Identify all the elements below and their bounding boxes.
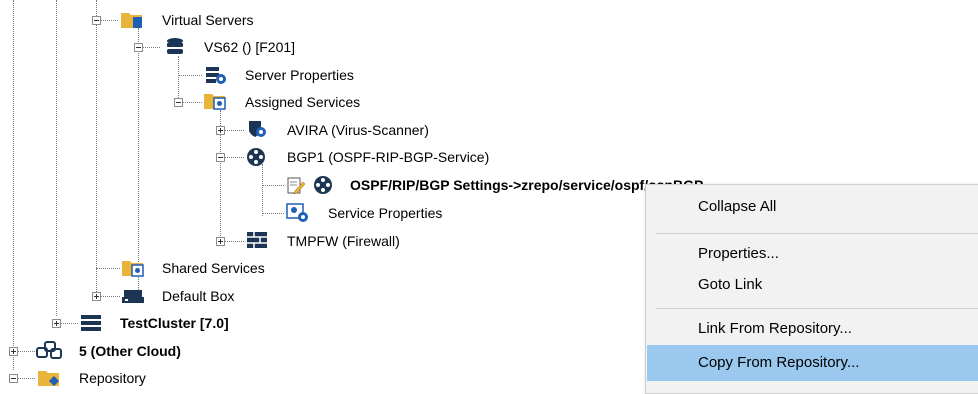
firewall-icon [246, 230, 268, 253]
tree-item-avira[interactable]: AVIRA (Virus-Scanner) [287, 121, 429, 139]
menu-separator [656, 233, 978, 234]
tree-item-shared-services[interactable]: Shared Services [162, 259, 265, 277]
menu-item-link-from-repository[interactable]: Link From Repository... [647, 311, 978, 347]
expand-toggle[interactable] [216, 237, 225, 246]
film-reel-icon [313, 175, 333, 198]
server-settings-icon [205, 65, 227, 88]
collapse-toggle[interactable] [9, 374, 18, 383]
cloud-network-icon [36, 340, 62, 363]
tree-item-testcluster[interactable]: TestCluster [7.0] [120, 314, 229, 332]
collapse-toggle[interactable] [216, 153, 225, 162]
expand-toggle[interactable] [216, 126, 225, 135]
collapse-toggle[interactable] [134, 43, 143, 52]
repository-folder-icon [37, 368, 63, 391]
cluster-icon [80, 313, 102, 336]
tree-item-repository[interactable]: Repository [79, 369, 146, 387]
tree-item-tmpfw[interactable]: TMPFW (Firewall) [287, 232, 400, 250]
tree-item-bgp1[interactable]: BGP1 (OSPF-RIP-BGP-Service) [287, 148, 489, 166]
menu-item-collapse-all[interactable]: Collapse All [647, 189, 978, 225]
context-menu: Collapse All Properties... Goto Link Lin… [645, 184, 978, 394]
menu-item-copy-from-repository[interactable]: Copy From Repository... [647, 345, 978, 381]
menu-item-goto-link[interactable]: Goto Link [647, 267, 978, 303]
collapse-toggle[interactable] [92, 16, 101, 25]
edit-link-icon [286, 175, 306, 198]
box-icon [121, 286, 145, 309]
expand-toggle[interactable] [92, 292, 101, 301]
tree-item-server-properties[interactable]: Server Properties [245, 66, 354, 84]
expand-toggle[interactable] [52, 319, 61, 328]
service-settings-icon [286, 203, 310, 226]
shield-gear-icon [246, 119, 268, 142]
tree-item-virtual-servers[interactable]: Virtual Servers [162, 11, 254, 29]
tree-item-assigned-services[interactable]: Assigned Services [245, 93, 360, 111]
expand-toggle[interactable] [9, 347, 18, 356]
tree-item-service-properties[interactable]: Service Properties [328, 204, 442, 222]
folder-icon [203, 91, 227, 114]
database-icon [165, 37, 185, 60]
tree-item-default-box[interactable]: Default Box [162, 287, 234, 305]
collapse-toggle[interactable] [174, 98, 183, 107]
folder-icon [120, 10, 144, 33]
tree-item-vs62[interactable]: VS62 () [F201] [204, 38, 295, 56]
folder-icon [121, 258, 145, 281]
menu-separator [656, 308, 978, 309]
tree-item-other-cloud[interactable]: 5 (Other Cloud) [79, 342, 181, 360]
film-reel-icon [246, 147, 266, 170]
